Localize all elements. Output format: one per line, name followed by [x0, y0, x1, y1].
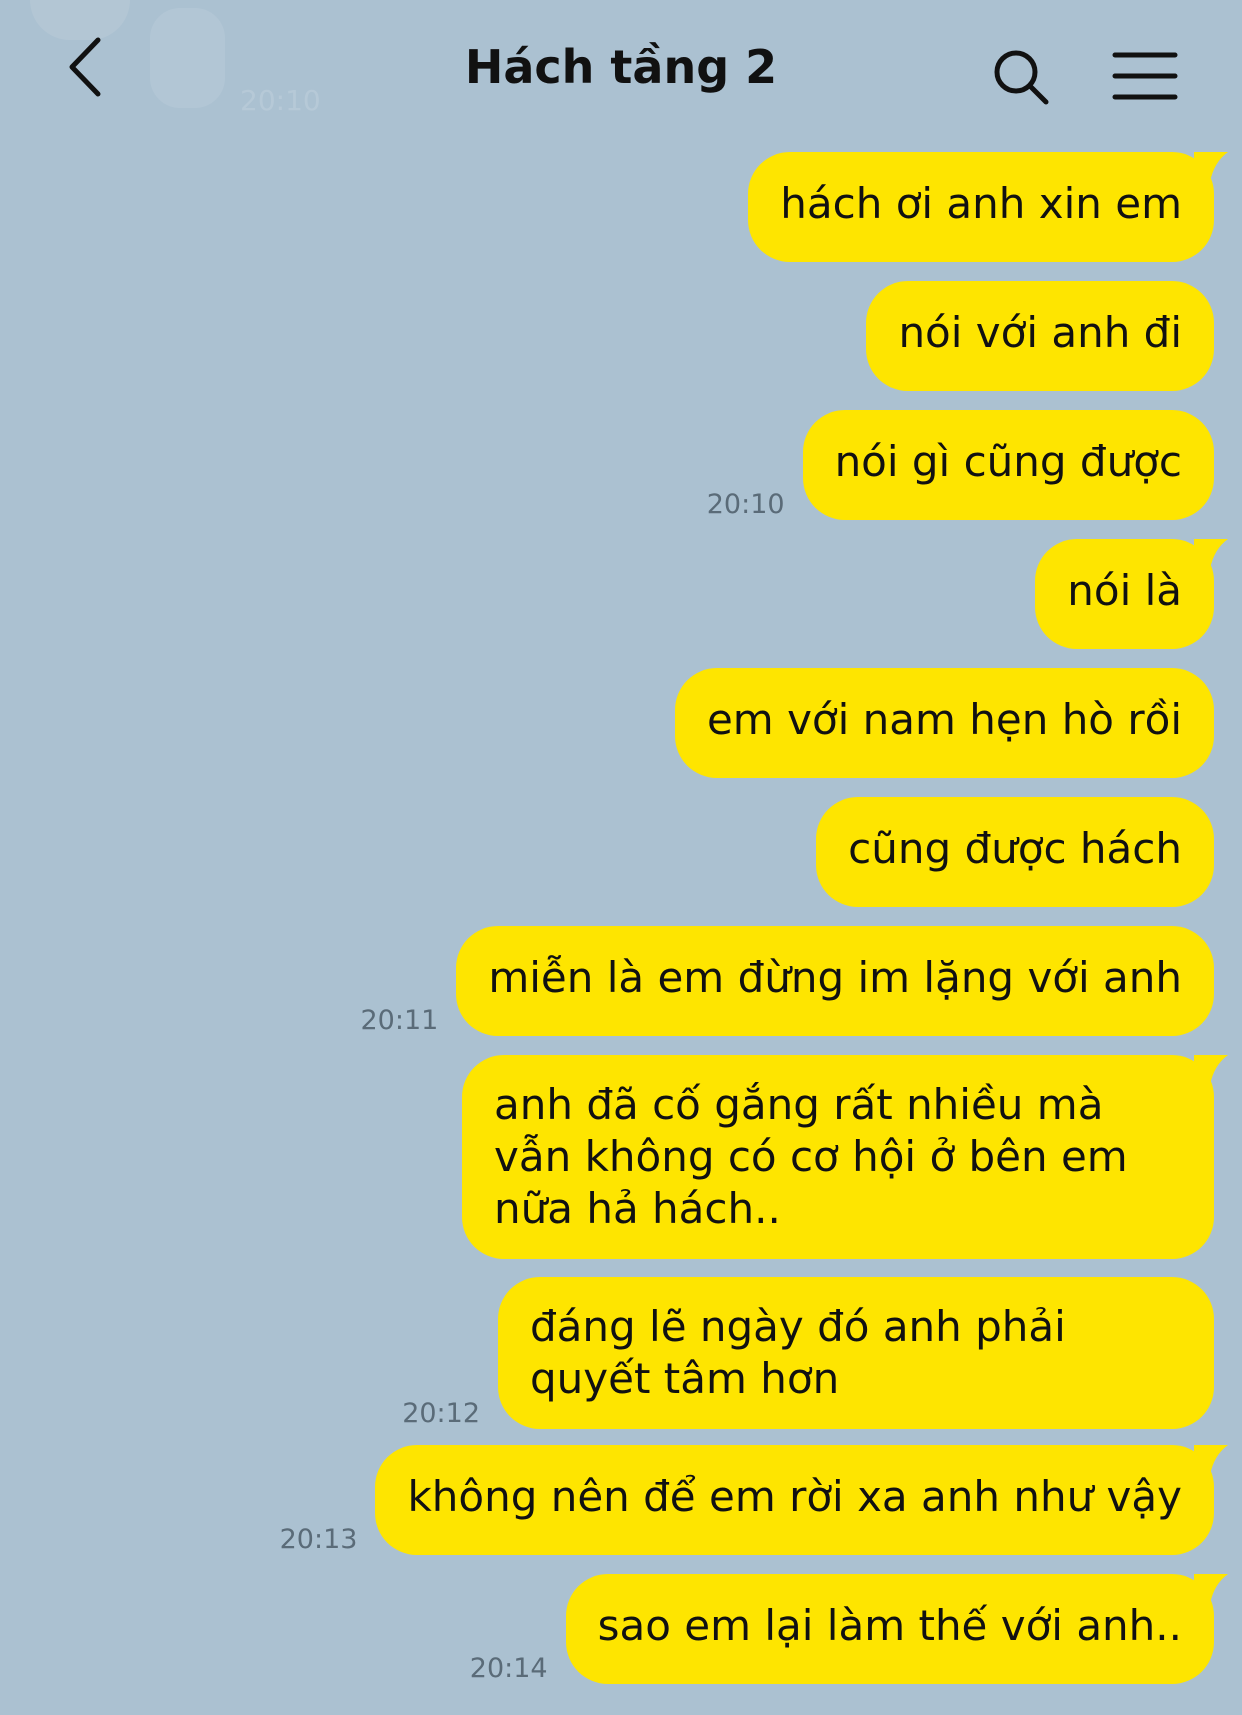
message-row: 20:14 sao em lại làm thế với anh..: [469, 1574, 1228, 1684]
message-bubble[interactable]: em với nam hẹn hò rồi: [674, 668, 1214, 778]
message-bubble[interactable]: hách ơi anh xin em: [748, 152, 1228, 262]
message-text: không nên để em rời xa anh như vậy: [407, 1472, 1182, 1521]
message-row: 20:10 nói gì cũng được: [707, 410, 1214, 520]
message-time: 20:13: [279, 1524, 358, 1555]
bubble-tail: [1194, 152, 1228, 182]
message-text: đáng lẽ ngày đó anh phải quyết tâm hơn: [530, 1302, 1066, 1403]
message-text: em với nam hẹn hò rồi: [706, 695, 1182, 744]
message-bubble[interactable]: nói với anh đi: [866, 281, 1214, 391]
search-icon: [994, 50, 1049, 105]
message-bubble[interactable]: anh đã cố gắng rất nhiều mà vẫn không có…: [462, 1055, 1228, 1259]
message-row: 20:13 không nên để em rời xa anh như vậy: [279, 1445, 1228, 1555]
message-row: 20:12 đáng lẽ ngày đó anh phải quyết tâm…: [402, 1277, 1214, 1429]
message-text: nói với anh đi: [898, 308, 1182, 357]
message-bubble[interactable]: không nên để em rời xa anh như vậy: [375, 1445, 1228, 1555]
bubble-tail: [1194, 539, 1228, 569]
message-text: cũng được hách: [848, 824, 1182, 873]
message-row: em với nam hẹn hò rồi: [674, 668, 1214, 778]
message-text: sao em lại làm thế với anh..: [597, 1601, 1182, 1650]
message-time: 20:11: [360, 1005, 439, 1036]
message-time: 20:14: [469, 1653, 548, 1684]
menu-button[interactable]: [1112, 50, 1178, 102]
message-time: 20:12: [402, 1398, 480, 1429]
search-button[interactable]: [990, 46, 1054, 110]
message-time: 20:10: [706, 489, 785, 520]
message-row: 20:11 miễn là em đừng im lặng với anh: [360, 926, 1214, 1036]
message-bubble[interactable]: miễn là em đừng im lặng với anh: [456, 926, 1214, 1036]
message-row: cũng được hách: [816, 797, 1214, 907]
message-text: hách ơi anh xin em: [780, 179, 1182, 228]
bubble-tail: [1194, 1574, 1228, 1604]
message-bubble[interactable]: nói là: [1035, 539, 1228, 649]
message-row: nói là: [1035, 539, 1228, 649]
message-text: nói gì cũng được: [834, 437, 1182, 486]
bubble-tail: [1194, 1445, 1228, 1475]
message-row: nói với anh đi: [866, 281, 1214, 391]
message-row: anh đã cố gắng rất nhiều mà vẫn không có…: [462, 1055, 1228, 1259]
message-bubble[interactable]: đáng lẽ ngày đó anh phải quyết tâm hơn: [498, 1277, 1214, 1429]
message-text: anh đã cố gắng rất nhiều mà vẫn không có…: [494, 1080, 1128, 1233]
message-row: hách ơi anh xin em: [748, 152, 1228, 262]
bubble-tail: [1194, 1055, 1228, 1085]
message-bubble[interactable]: cũng được hách: [816, 797, 1214, 907]
chat-title: Hách tầng 2: [464, 40, 778, 94]
message-bubble[interactable]: sao em lại làm thế với anh..: [565, 1574, 1228, 1684]
message-text: miễn là em đừng im lặng với anh: [488, 953, 1182, 1002]
message-text: nói là: [1067, 566, 1182, 615]
chat-header: 20:10 Hách tầng 2: [0, 0, 1242, 140]
message-bubble[interactable]: nói gì cũng được: [802, 410, 1214, 520]
hamburger-menu-icon: [1112, 52, 1178, 100]
